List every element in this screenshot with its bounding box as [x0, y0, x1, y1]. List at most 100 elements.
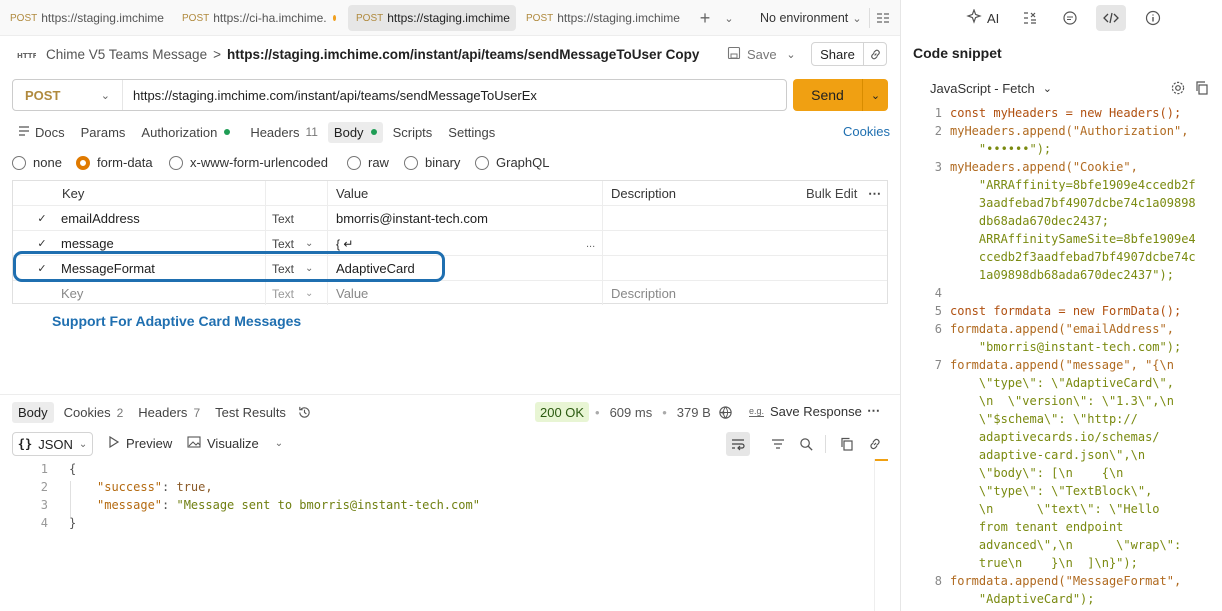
cookies-count: 2 — [116, 405, 124, 420]
chevron-down-icon[interactable]: ⌄ — [722, 8, 736, 28]
method-select[interactable]: POST ⌄ — [13, 80, 123, 110]
chevron-down-icon[interactable]: ⌄ — [784, 45, 798, 63]
language-select[interactable]: JavaScript - Fetch ⌄ — [930, 81, 1052, 96]
response-meta: • 609 ms • 379 B • — [595, 405, 725, 420]
resp-tab-cookies[interactable]: Cookies 2 — [64, 405, 124, 420]
new-description-input[interactable]: Description — [611, 281, 676, 306]
history-icon[interactable] — [297, 405, 312, 420]
request-tab-4[interactable]: POST https://staging.imchime — [518, 5, 686, 31]
plus-icon[interactable]: + — [696, 8, 714, 28]
code-text: formdata.append("emailAddress", — [950, 322, 1174, 336]
new-key-input[interactable]: Key — [61, 281, 83, 306]
snippet-line: "bmorris@instant-tech.com"); — [928, 338, 1218, 356]
format-select[interactable]: {} JSON ⌄ — [12, 432, 93, 456]
tab-scripts[interactable]: Scripts — [387, 122, 439, 143]
radio-circle — [12, 155, 26, 170]
copy-icon[interactable] — [838, 435, 856, 453]
request-tab-1[interactable]: POST https://staging.imchime — [2, 5, 170, 31]
tab-authorization[interactable]: Authorization — [135, 122, 236, 143]
ai-button[interactable]: AI — [966, 8, 999, 28]
copy-icon[interactable] — [1193, 79, 1211, 97]
filter-icon[interactable] — [769, 435, 787, 453]
save-button[interactable]: Save — [727, 44, 777, 64]
comments-icon[interactable] — [1060, 8, 1080, 28]
row-type-select[interactable]: Text — [272, 206, 294, 231]
resp-tab-body[interactable]: Body — [12, 401, 54, 423]
more-icon[interactable]: ⋯ — [867, 403, 880, 419]
new-type-select[interactable]: Text — [272, 281, 294, 306]
radio-x-www-form-urlencoded[interactable]: x-www-form-urlencoded — [169, 155, 328, 170]
snippet-line: \"type\": \"AdaptiveCard\", — [928, 374, 1218, 392]
code-text: adaptive-card.json\",\n — [950, 448, 1146, 462]
resp-tab-test-results[interactable]: Test Results — [215, 405, 286, 420]
expand-value-button[interactable]: ... — [586, 231, 595, 256]
line-number — [928, 500, 942, 518]
tab-settings[interactable]: Settings — [442, 122, 501, 143]
snippet-line: ARRAffinitySameSite=8bfe1909e4 — [928, 230, 1218, 248]
url-input[interactable]: https://staging.imchime.com/instant/api/… — [123, 88, 537, 103]
request-tab-3[interactable]: POST https://staging.imchime — [348, 5, 516, 31]
more-icon[interactable]: ⋯ — [868, 181, 881, 206]
code-icon[interactable] — [1096, 5, 1126, 31]
line-number — [928, 392, 942, 410]
send-button[interactable]: Send — [793, 79, 863, 111]
code-text: "••••••"); — [950, 142, 1052, 156]
settings-gear-icon[interactable] — [1169, 79, 1187, 97]
collection-name[interactable]: Chime V5 Teams Message — [46, 47, 207, 62]
line-number: 4 — [40, 516, 48, 530]
cookies-link[interactable]: Cookies — [843, 124, 890, 139]
column-header-key: Key — [62, 186, 85, 201]
info-icon[interactable] — [1143, 8, 1163, 28]
radio-binary[interactable]: binary — [404, 155, 460, 170]
request-tab-2[interactable]: POST https://ci-ha.imchime. — [174, 5, 344, 31]
share-button[interactable]: Share — [812, 43, 864, 65]
line-number: 3 — [40, 498, 48, 512]
radio-graphql[interactable]: GraphQL — [475, 155, 549, 170]
table-header-row: Key Value Description Bulk Edit ⋯ — [13, 181, 887, 206]
scrollbar[interactable] — [874, 459, 888, 611]
radio-form-data[interactable]: form-data — [76, 155, 153, 170]
tab-body[interactable]: Body — [327, 121, 383, 143]
documentation-icon[interactable] — [1020, 8, 1040, 28]
bulk-edit-button[interactable]: Bulk Edit — [806, 181, 857, 206]
save-response-button[interactable]: e.g. Save Response — [749, 404, 862, 419]
link-icon[interactable] — [866, 435, 884, 453]
radio-circle — [169, 155, 183, 170]
environment-select[interactable]: No environment — [760, 11, 848, 25]
preview-button[interactable]: Preview — [108, 435, 172, 451]
link-icon[interactable] — [864, 43, 886, 65]
row-checkbox[interactable]: ✓ — [36, 206, 48, 231]
tab-params[interactable]: Params — [75, 122, 132, 143]
tab-docs[interactable]: Docs — [12, 122, 71, 143]
language-label: JavaScript - Fetch — [930, 81, 1035, 96]
radio-none[interactable]: none — [12, 155, 62, 170]
snippet-line: 3 myHeaders.append("Cookie", — [928, 158, 1218, 176]
tab-url: https://ci-ha.imchime. — [213, 11, 327, 25]
radio-raw[interactable]: raw — [347, 155, 389, 170]
code-text: { — [69, 462, 77, 476]
new-value-input[interactable]: Value — [336, 281, 368, 306]
network-globe-icon[interactable] — [716, 403, 734, 421]
visualize-button[interactable]: Visualize ⌄ — [187, 436, 283, 451]
chevron-down-icon[interactable]: ⌄ — [863, 79, 888, 111]
row-key[interactable]: emailAddress — [61, 206, 140, 231]
save-icon — [727, 46, 741, 63]
chevron-down-icon[interactable]: ⌄ — [850, 8, 864, 28]
snippet-line: 5 const formdata = new FormData(); — [928, 302, 1218, 320]
tab-headers[interactable]: Headers 11 — [244, 122, 324, 143]
code-line: 1{ — [26, 460, 866, 478]
code-snippet-editor[interactable]: 1 const myHeaders = new Headers(); 2 myHead… — [928, 104, 1218, 611]
environment-quicklook-icon[interactable] — [875, 8, 891, 28]
wrap-lines-icon[interactable] — [726, 432, 750, 456]
tab-url: https://staging.imchime — [41, 11, 164, 25]
search-icon[interactable] — [797, 435, 815, 453]
response-body-editor[interactable]: 1{ 2 "success": true, 3 "message": "Messag… — [26, 460, 866, 532]
snippet-line: "••••••"); — [928, 140, 1218, 158]
chevron-down-icon[interactable]: ⌄ — [305, 281, 313, 306]
radio-circle-selected — [76, 155, 90, 170]
row-value[interactable]: bmorris@instant-tech.com — [336, 206, 488, 231]
chevron-down-icon: ⌄ — [78, 438, 88, 450]
resp-tab-headers[interactable]: Headers 7 — [138, 405, 200, 420]
request-name[interactable]: https://staging.imchime.com/instant/api/… — [227, 47, 699, 62]
meta-dot: • — [595, 405, 600, 420]
